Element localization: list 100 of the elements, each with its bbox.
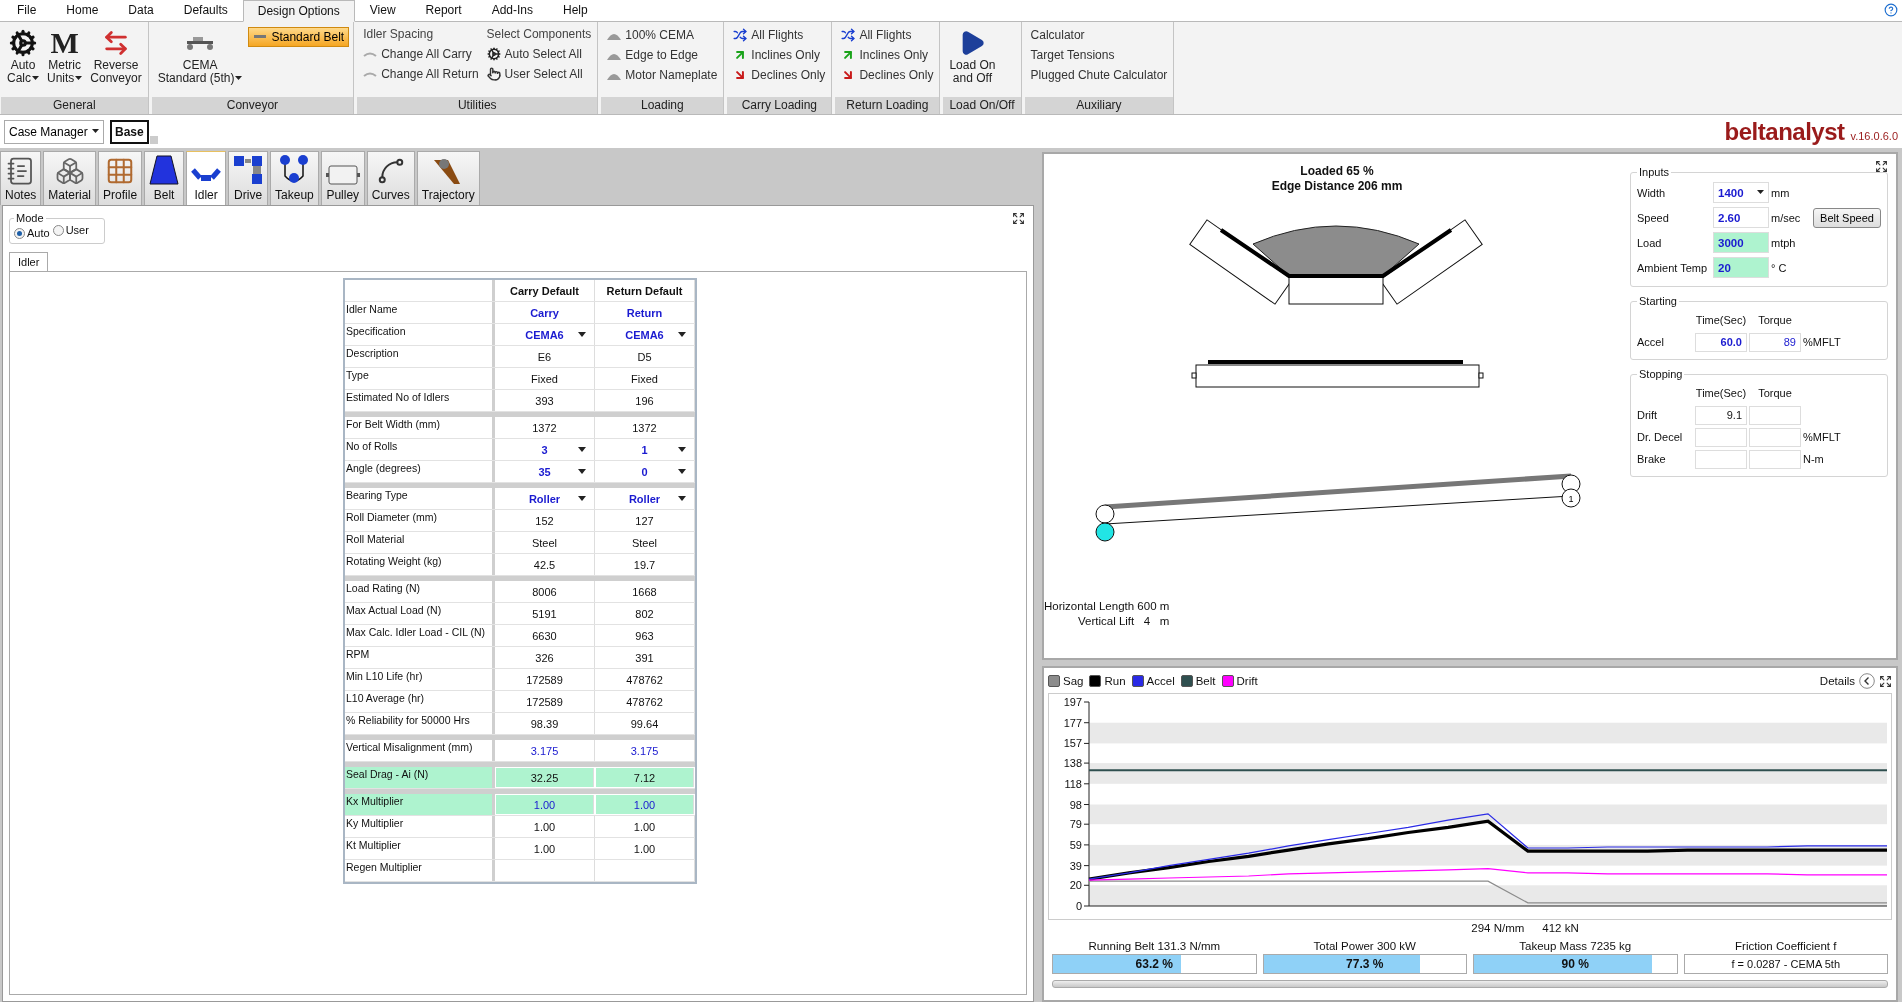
tick-label: 0 (1075, 900, 1082, 912)
field-label: Brake (1637, 453, 1667, 465)
row-label: Roll Diameter (mm) (345, 510, 495, 531)
table-cell: E6 (495, 346, 595, 367)
ribbon-item[interactable]: Auto Select All (484, 44, 594, 63)
menu-item[interactable]: Add-Ins (476, 0, 548, 21)
menu-item[interactable]: File (2, 0, 52, 21)
ribbon-item[interactable]: Calculator (1028, 25, 1170, 44)
input-field[interactable]: 89 (1749, 332, 1801, 352)
belt-speed-button[interactable]: Belt Speed (1813, 207, 1881, 228)
meter-label: Takeup Mass 7235 kg (1518, 940, 1633, 952)
ribbon-item[interactable]: Motor Nameplate (605, 65, 720, 84)
ribbon-item[interactable]: Edge to Edge (605, 45, 720, 64)
module-tab[interactable]: Drive (228, 151, 269, 205)
legend-item[interactable]: Run (1089, 675, 1126, 687)
ribbon-item[interactable]: All Flights (839, 25, 936, 44)
column-header: Torque (1757, 387, 1793, 399)
module-tab[interactable]: Profile (98, 151, 143, 205)
view-title: Loaded 65 % (1299, 164, 1375, 179)
legend-item[interactable]: Drift (1221, 675, 1258, 687)
ribbon-item[interactable]: Change All Carry (361, 44, 481, 63)
group-label: Utilities (357, 97, 598, 114)
field-label: Dr. Decel (1637, 431, 1684, 443)
table-input[interactable]: Return (595, 302, 695, 323)
table-input[interactable]: 1.00 (496, 795, 594, 814)
table-dropdown[interactable]: 0 (595, 461, 695, 482)
ribbon-item[interactable]: Inclines Only (731, 45, 828, 64)
module-tab[interactable]: Material (43, 151, 97, 205)
ribbon-toggle[interactable]: Standard Belt (248, 27, 350, 47)
menu-item[interactable]: Data (113, 0, 169, 21)
row-label: L10 Average (hr) (345, 691, 495, 712)
row-label: Roll Material (345, 532, 495, 553)
table-input[interactable]: 3.175 (495, 740, 595, 761)
input-field[interactable]: 2.60 (1713, 207, 1769, 228)
legend-item[interactable]: Accel (1131, 675, 1175, 687)
row-label: Idler Name (345, 302, 495, 323)
ribbon-item[interactable]: 100% CEMA (605, 25, 720, 44)
dropdown-field[interactable]: 1400 (1713, 182, 1769, 203)
row-label: Description (345, 346, 495, 367)
table-dropdown[interactable]: CEMA6 (495, 324, 595, 345)
legend-item[interactable]: Belt (1180, 675, 1216, 687)
ribbon-item[interactable]: Declines Only (839, 65, 936, 84)
ribbon-button[interactable]: Reverse Conveyor (88, 25, 144, 87)
row-label: Ky Multiplier (345, 816, 495, 837)
module-tab[interactable]: Notes (0, 151, 42, 205)
panel-tab[interactable]: Idler (9, 252, 49, 271)
module-tab[interactable]: Takeup (270, 151, 319, 205)
ribbon-item[interactable]: All Flights (731, 25, 828, 44)
tick-label: 138 (1063, 757, 1082, 770)
table-cell: 1.00 (595, 816, 695, 837)
table-cell: Fixed (495, 368, 595, 389)
row-label: Bearing Type (345, 488, 495, 509)
input-field[interactable]: 3000 (1713, 232, 1769, 253)
ribbon-button[interactable]: Load On and Off (947, 25, 998, 87)
row-label: Min L10 Life (hr) (345, 669, 495, 690)
menu-item[interactable]: Defaults (168, 0, 243, 21)
radio-option[interactable]: Auto (14, 227, 50, 239)
radio-option[interactable]: User (52, 224, 89, 236)
units-glyph: M (50, 27, 79, 59)
table-cell: 1.00 (595, 838, 695, 859)
ribbon-item[interactable]: Declines Only (731, 65, 828, 84)
field-label: Drift (1637, 409, 1659, 421)
ribbon-item[interactable]: Target Tensions (1028, 45, 1170, 64)
module-tab[interactable]: Belt (144, 151, 185, 205)
table-dropdown[interactable]: Roller (595, 488, 695, 509)
ribbon-item[interactable]: Inclines Only (839, 45, 936, 64)
menu-item[interactable]: Home (51, 0, 114, 21)
table-input[interactable]: 3.175 (595, 740, 695, 761)
module-tab[interactable]: Idler (186, 151, 227, 205)
input-field[interactable]: 60.0 (1695, 332, 1747, 352)
table-dropdown[interactable]: 3 (495, 439, 595, 460)
menu-item[interactable]: Design Options (242, 0, 355, 22)
ribbon-item[interactable]: Change All Return (361, 64, 481, 83)
table-dropdown[interactable]: CEMA6 (595, 324, 695, 345)
column-header: Time(Sec) (1695, 314, 1747, 326)
input-field[interactable]: 9.1 (1695, 405, 1747, 425)
meter-reading: 63.2 % (1134, 957, 1174, 971)
table-dropdown[interactable]: Roller (495, 488, 595, 509)
ribbon-button[interactable]: Auto Calc (5, 25, 41, 87)
module-tab[interactable]: Pulley (320, 151, 365, 205)
module-tab[interactable]: Curves (366, 151, 415, 205)
ribbon-button[interactable]: CEMA Standard (5th) (155, 25, 245, 87)
case-name[interactable]: Base (110, 119, 149, 144)
table-dropdown[interactable]: 1 (595, 439, 695, 460)
column-header: Carry Default (495, 280, 595, 301)
menu-item[interactable]: View (354, 0, 411, 21)
input-field[interactable]: 20 (1713, 257, 1769, 278)
menu-item[interactable]: Report (410, 0, 477, 21)
table-input[interactable]: 1.00 (596, 795, 694, 814)
table-cell: D5 (595, 346, 695, 367)
case-dropdown[interactable]: Case Manager (4, 119, 104, 144)
ribbon-item[interactable]: User Select All (484, 64, 594, 83)
ribbon-item[interactable]: Plugged Chute Calculator (1028, 65, 1170, 84)
table-input[interactable]: Carry (495, 302, 595, 323)
table-dropdown[interactable]: 35 (495, 461, 595, 482)
ribbon-button[interactable]: M Metric Units (45, 25, 85, 87)
menu-item[interactable]: Help (548, 0, 603, 21)
legend-item[interactable]: Sag (1048, 675, 1084, 687)
group-title: Starting (1638, 295, 1678, 307)
module-tab[interactable]: Trajectory (416, 151, 480, 205)
